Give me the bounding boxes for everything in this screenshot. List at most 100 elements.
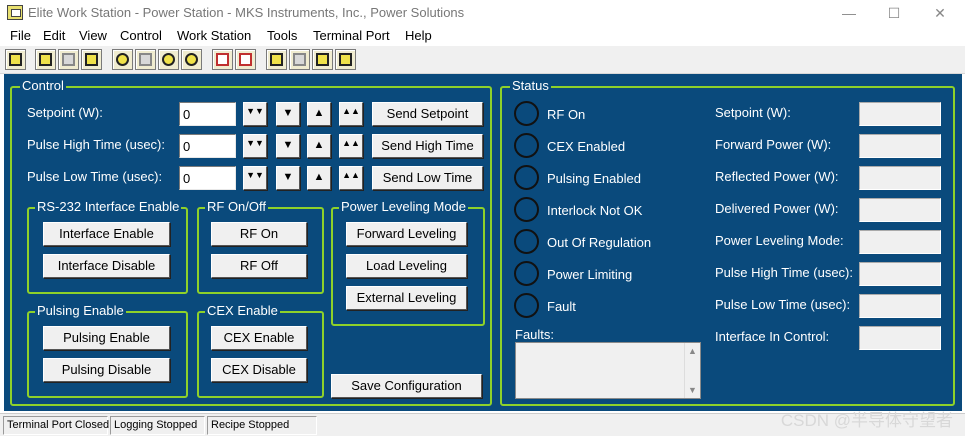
pulsing-enable-button[interactable]: Pulsing Enable — [43, 326, 170, 350]
save-as-icon[interactable] — [81, 49, 102, 70]
menu-work-station[interactable]: Work Station — [177, 28, 251, 43]
faults-list[interactable]: ▲ ▼ — [515, 342, 701, 399]
external-leveling-button[interactable]: External Leveling — [346, 286, 467, 310]
menu-control[interactable]: Control — [120, 28, 162, 43]
minimize-button[interactable]: — — [826, 0, 872, 26]
pulse-high-down-icon[interactable]: ▼ — [276, 134, 300, 158]
control-title: Control — [20, 78, 66, 93]
app-icon — [7, 5, 23, 20]
menu-bar: File Edit View Control Work Station Tool… — [0, 26, 965, 46]
readout-delivered-power-value — [859, 198, 941, 222]
graph-icon[interactable] — [235, 49, 256, 70]
rf-group: RF On/Off — [197, 199, 324, 294]
rs232-group: RS-232 Interface Enable — [27, 199, 188, 294]
setpoint-dbl-up-icon[interactable]: ▲▲ — [339, 102, 363, 126]
readout-pulse-high-value — [859, 262, 941, 286]
menu-view[interactable]: View — [79, 28, 107, 43]
title-bar: Elite Work Station - Power Station - MKS… — [0, 0, 965, 26]
readout-leveling-mode-label: Power Leveling Mode: — [715, 233, 844, 248]
pulse-high-dbl-up-icon[interactable]: ▲▲ — [339, 134, 363, 158]
setpoint-down-icon[interactable]: ▼ — [276, 102, 300, 126]
cex-enable-button[interactable]: CEX Enable — [211, 326, 307, 350]
readout-interface-value — [859, 326, 941, 350]
forward-leveling-button[interactable]: Forward Leveling — [346, 222, 467, 246]
pulse-low-input[interactable] — [179, 166, 236, 190]
settings-icon[interactable] — [335, 49, 356, 70]
pulse-low-dbl-down-icon[interactable]: ▼▼ — [243, 166, 267, 190]
record-icon[interactable] — [181, 49, 202, 70]
pulse-high-input[interactable] — [179, 134, 236, 158]
send-setpoint-button[interactable]: Send Setpoint — [372, 102, 483, 126]
setpoint-up-icon[interactable]: ▲ — [307, 102, 331, 126]
connect-icon[interactable] — [5, 49, 26, 70]
rf-on-indicator-label: RF On — [547, 107, 586, 122]
save-file-icon[interactable] — [58, 49, 79, 70]
recipe-status: Recipe Stopped — [207, 416, 317, 435]
cex-enabled-indicator-label: CEX Enabled — [547, 139, 626, 154]
stop-icon[interactable] — [158, 49, 179, 70]
pulse-high-dbl-down-icon[interactable]: ▼▼ — [243, 134, 267, 158]
pulse-low-down-icon[interactable]: ▼ — [276, 166, 300, 190]
interface-disable-button[interactable]: Interface Disable — [43, 254, 170, 278]
recipe-icon[interactable] — [266, 49, 287, 70]
power-limiting-indicator-icon — [514, 261, 539, 286]
readout-interface-label: Interface In Control: — [715, 329, 830, 344]
faults-scrollbar[interactable]: ▲ ▼ — [684, 343, 700, 398]
pulse-low-dbl-up-icon[interactable]: ▲▲ — [339, 166, 363, 190]
terminal-port-status: Terminal Port Closed — [3, 416, 109, 435]
rf-on-button[interactable]: RF On — [211, 222, 307, 246]
interlock-indicator-icon — [514, 197, 539, 222]
readout-setpoint-label: Setpoint (W): — [715, 105, 791, 120]
pulsing-disable-button[interactable]: Pulsing Disable — [43, 358, 170, 382]
interface-enable-button[interactable]: Interface Enable — [43, 222, 170, 246]
load-leveling-button[interactable]: Load Leveling — [346, 254, 467, 278]
rs232-title: RS-232 Interface Enable — [35, 199, 182, 214]
readout-delivered-power-label: Delivered Power (W): — [715, 201, 839, 216]
send-high-time-button[interactable]: Send High Time — [372, 134, 483, 158]
menu-file[interactable]: File — [10, 28, 31, 43]
recipe-run-icon[interactable] — [312, 49, 333, 70]
interlock-indicator-label: Interlock Not OK — [547, 203, 643, 218]
cex-disable-button[interactable]: CEX Disable — [211, 358, 307, 382]
pulse-low-up-icon[interactable]: ▲ — [307, 166, 331, 190]
rf-off-button[interactable]: RF Off — [211, 254, 307, 278]
readout-pulse-low-value — [859, 294, 941, 318]
cex-enabled-indicator-icon — [514, 133, 539, 158]
scroll-up-icon[interactable]: ▲ — [685, 343, 700, 359]
close-button[interactable]: ✕ — [917, 0, 963, 26]
readout-pulse-high-label: Pulse High Time (usec): — [715, 265, 853, 280]
power-station-panel: Control Setpoint (W): ▼▼ ▼ ▲ ▲▲ Send Set… — [4, 74, 962, 411]
start-icon[interactable] — [112, 49, 133, 70]
setpoint-dbl-down-icon[interactable]: ▼▼ — [243, 102, 267, 126]
menu-tools[interactable]: Tools — [267, 28, 297, 43]
menu-help[interactable]: Help — [405, 28, 432, 43]
readout-leveling-mode-value — [859, 230, 941, 254]
readout-pulse-low-label: Pulse Low Time (usec): — [715, 297, 851, 312]
send-low-time-button[interactable]: Send Low Time — [372, 166, 483, 190]
readout-forward-power-value — [859, 134, 941, 158]
menu-edit[interactable]: Edit — [43, 28, 65, 43]
setpoint-label: Setpoint (W): — [27, 105, 103, 120]
pause-icon[interactable] — [135, 49, 156, 70]
status-title: Status — [510, 78, 551, 93]
readout-setpoint-value — [859, 102, 941, 126]
pulse-low-label: Pulse Low Time (usec): — [27, 169, 163, 184]
fault-indicator-label: Fault — [547, 299, 576, 314]
watermark: CSDN @半导体守望者 — [780, 411, 953, 430]
cex-title: CEX Enable — [205, 303, 280, 318]
cex-group: CEX Enable — [197, 303, 324, 398]
save-configuration-button[interactable]: Save Configuration — [331, 374, 482, 398]
pulsing-enabled-indicator-icon — [514, 165, 539, 190]
open-file-icon[interactable] — [35, 49, 56, 70]
scroll-down-icon[interactable]: ▼ — [685, 382, 700, 398]
menu-terminal-port[interactable]: Terminal Port — [313, 28, 390, 43]
recipe-edit-icon[interactable] — [289, 49, 310, 70]
maximize-button[interactable]: ☐ — [871, 0, 917, 26]
pulsing-enabled-indicator-label: Pulsing Enabled — [547, 171, 641, 186]
chart-icon[interactable] — [212, 49, 233, 70]
faults-label: Faults: — [515, 327, 555, 342]
setpoint-input[interactable] — [179, 102, 236, 126]
toolbar — [0, 46, 965, 74]
pulse-high-up-icon[interactable]: ▲ — [307, 134, 331, 158]
pulsing-title: Pulsing Enable — [35, 303, 126, 318]
